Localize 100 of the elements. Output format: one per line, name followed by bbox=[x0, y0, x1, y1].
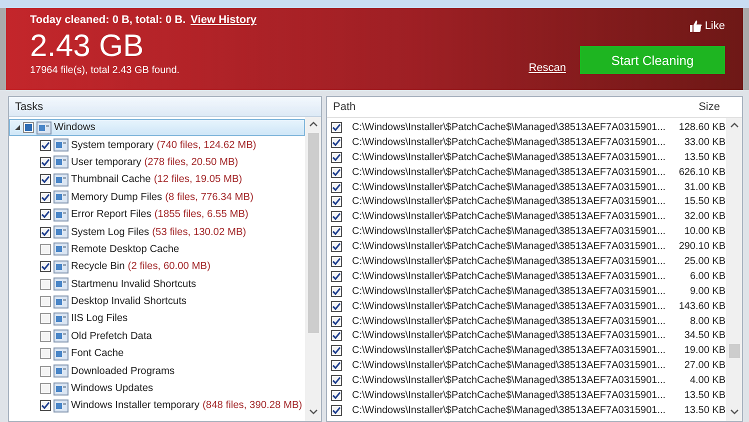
like-button[interactable]: Like bbox=[690, 20, 725, 32]
checkbox[interactable] bbox=[23, 122, 34, 134]
column-header[interactable]: Size bbox=[698, 101, 720, 113]
tree-item[interactable]: Font Cache bbox=[9, 345, 305, 362]
tree-item[interactable]: Windows bbox=[9, 119, 305, 136]
file-path: C:\Windows\Installer\$PatchCache$\Managed\38513AEF7A0315901... bbox=[352, 166, 666, 178]
checkbox[interactable] bbox=[40, 400, 51, 412]
app-icon bbox=[53, 382, 69, 396]
checkbox[interactable] bbox=[331, 166, 342, 178]
view-history-link[interactable]: View History bbox=[190, 14, 256, 26]
tree-item[interactable]: Thumbnail Cache (12 files, 19.05 MB) bbox=[9, 171, 305, 189]
tree-item[interactable]: Desktop Invalid Shortcuts bbox=[9, 292, 305, 310]
app-icon bbox=[53, 294, 69, 309]
app-icon bbox=[53, 172, 69, 187]
file-size: 32.00 KB bbox=[683, 211, 727, 222]
checkbox[interactable] bbox=[40, 174, 51, 186]
checkbox[interactable] bbox=[331, 286, 342, 297]
checkbox[interactable] bbox=[331, 316, 342, 327]
scrollbar[interactable] bbox=[305, 117, 321, 421]
item-label: Thumbnail Cache (12 files, 19.05 MB) bbox=[71, 174, 242, 186]
checkbox[interactable] bbox=[40, 366, 51, 377]
app-icon bbox=[53, 329, 69, 344]
checkbox[interactable] bbox=[40, 330, 51, 342]
app-icon bbox=[53, 242, 69, 256]
today-cleaned-text: Today cleaned: 0 B, total: 0 B. bbox=[30, 14, 186, 26]
file-size: 34.50 KB bbox=[683, 330, 727, 342]
app-icon bbox=[53, 312, 69, 326]
file-path: C:\Windows\Installer\$PatchCache$\Managed\38513AEF7A0315901... bbox=[352, 345, 666, 356]
checkbox[interactable] bbox=[331, 136, 342, 148]
column-header[interactable]: Path bbox=[333, 101, 356, 113]
file-path: C:\Windows\Installer\$PatchCache$\Managed\38513AEF7A0315901... bbox=[352, 136, 666, 148]
item-label: Error Report Files (1855 files, 6.55 MB) bbox=[71, 209, 248, 220]
tree-item[interactable]: User temporary (278 files, 20.50 MB) bbox=[9, 154, 305, 172]
app-icon bbox=[53, 398, 69, 413]
scrollbar-thumb[interactable] bbox=[308, 133, 318, 333]
file-size: 13.50 KB bbox=[683, 404, 727, 416]
scroll-down-icon[interactable] bbox=[730, 409, 738, 415]
checkbox[interactable] bbox=[40, 244, 51, 255]
checkbox[interactable] bbox=[331, 330, 342, 342]
file-path: C:\Windows\Installer\$PatchCache$\Managed\38513AEF7A0315901... bbox=[352, 196, 666, 208]
tree-item[interactable]: Error Report Files (1855 files, 6.55 MB) bbox=[9, 206, 305, 224]
checkbox[interactable] bbox=[331, 196, 342, 208]
file-path: C:\Windows\Installer\$PatchCache$\Managed\38513AEF7A0315901... bbox=[352, 330, 666, 342]
app-icon bbox=[53, 346, 69, 361]
tree-item[interactable]: IIS Log Files bbox=[9, 310, 305, 328]
tree-item[interactable]: Startmenu Invalid Shortcuts bbox=[9, 276, 305, 293]
checkbox[interactable] bbox=[40, 348, 51, 360]
checkbox[interactable] bbox=[40, 192, 51, 203]
checkbox[interactable] bbox=[331, 182, 342, 192]
scroll-down-icon[interactable] bbox=[308, 409, 318, 415]
app-icon bbox=[53, 155, 69, 170]
checkbox[interactable] bbox=[331, 226, 342, 238]
tree-item[interactable]: System temporary (740 files, 124.62 MB) bbox=[9, 136, 305, 154]
file-size: 25.00 KB bbox=[683, 256, 727, 267]
tree-item[interactable]: Memory Dump Files (8 files, 776.34 MB) bbox=[9, 188, 305, 206]
checkbox[interactable] bbox=[331, 241, 342, 252]
tree-item[interactable]: System Log Files (53 files, 130.02 MB) bbox=[9, 223, 305, 241]
file-size: 31.00 KB bbox=[683, 182, 727, 192]
tree-item[interactable]: Windows Updates bbox=[9, 380, 305, 398]
checkbox[interactable] bbox=[331, 122, 342, 133]
tree-item[interactable]: Recycle Bin (2 files, 60.00 MB) bbox=[9, 258, 305, 276]
checkbox[interactable] bbox=[40, 296, 51, 308]
item-label: Downloaded Programs bbox=[71, 366, 175, 377]
checkbox[interactable] bbox=[40, 313, 51, 324]
file-path: C:\Windows\Installer\$PatchCache$\Managed\38513AEF7A0315901... bbox=[352, 270, 666, 282]
tree-item[interactable]: Remote Desktop Cache bbox=[9, 240, 305, 258]
item-label: User temporary (278 files, 20.50 MB) bbox=[71, 156, 238, 168]
item-label: Font Cache bbox=[71, 348, 124, 360]
tree-item[interactable]: Old Prefetch Data bbox=[9, 328, 305, 346]
checkbox[interactable] bbox=[331, 211, 342, 222]
checkbox[interactable] bbox=[40, 278, 51, 290]
checkbox[interactable] bbox=[40, 226, 51, 238]
file-path: C:\Windows\Installer\$PatchCache$\Managed\38513AEF7A0315901... bbox=[352, 300, 666, 312]
checkbox[interactable] bbox=[40, 156, 51, 168]
checkbox[interactable] bbox=[331, 300, 342, 312]
checkbox[interactable] bbox=[331, 404, 342, 416]
checkbox[interactable] bbox=[331, 270, 342, 282]
file-size: 290.10 KB bbox=[678, 241, 727, 252]
checkbox[interactable] bbox=[331, 360, 342, 372]
scrollbar-thumb[interactable] bbox=[728, 344, 740, 358]
rescan-link[interactable]: Rescan bbox=[528, 62, 566, 74]
tree-item[interactable]: Downloaded Programs bbox=[9, 362, 305, 380]
file-size: 9.00 KB bbox=[688, 286, 727, 297]
checkbox[interactable] bbox=[40, 209, 51, 220]
expander-icon[interactable] bbox=[14, 124, 21, 132]
tree-item[interactable]: Windows Installer temporary (848 files, 390.28 MB) bbox=[9, 397, 305, 415]
checkbox[interactable] bbox=[40, 140, 51, 151]
checkbox[interactable] bbox=[331, 375, 342, 386]
checkbox[interactable] bbox=[40, 383, 51, 394]
checkbox[interactable] bbox=[40, 261, 51, 272]
file-size: 13.50 KB bbox=[683, 390, 727, 401]
scroll-up-icon[interactable] bbox=[730, 122, 738, 128]
file-path: C:\Windows\Installer\$PatchCache$\Managed\38513AEF7A0315901... bbox=[352, 211, 666, 222]
scrollbar[interactable] bbox=[726, 118, 742, 421]
file-path: C:\Windows\Installer\$PatchCache$\Managed\38513AEF7A0315901... bbox=[352, 404, 666, 416]
checkbox[interactable] bbox=[331, 152, 342, 163]
checkbox[interactable] bbox=[331, 256, 342, 267]
checkbox[interactable] bbox=[331, 390, 342, 401]
scroll-up-icon[interactable] bbox=[308, 121, 318, 127]
checkbox[interactable] bbox=[331, 345, 342, 356]
